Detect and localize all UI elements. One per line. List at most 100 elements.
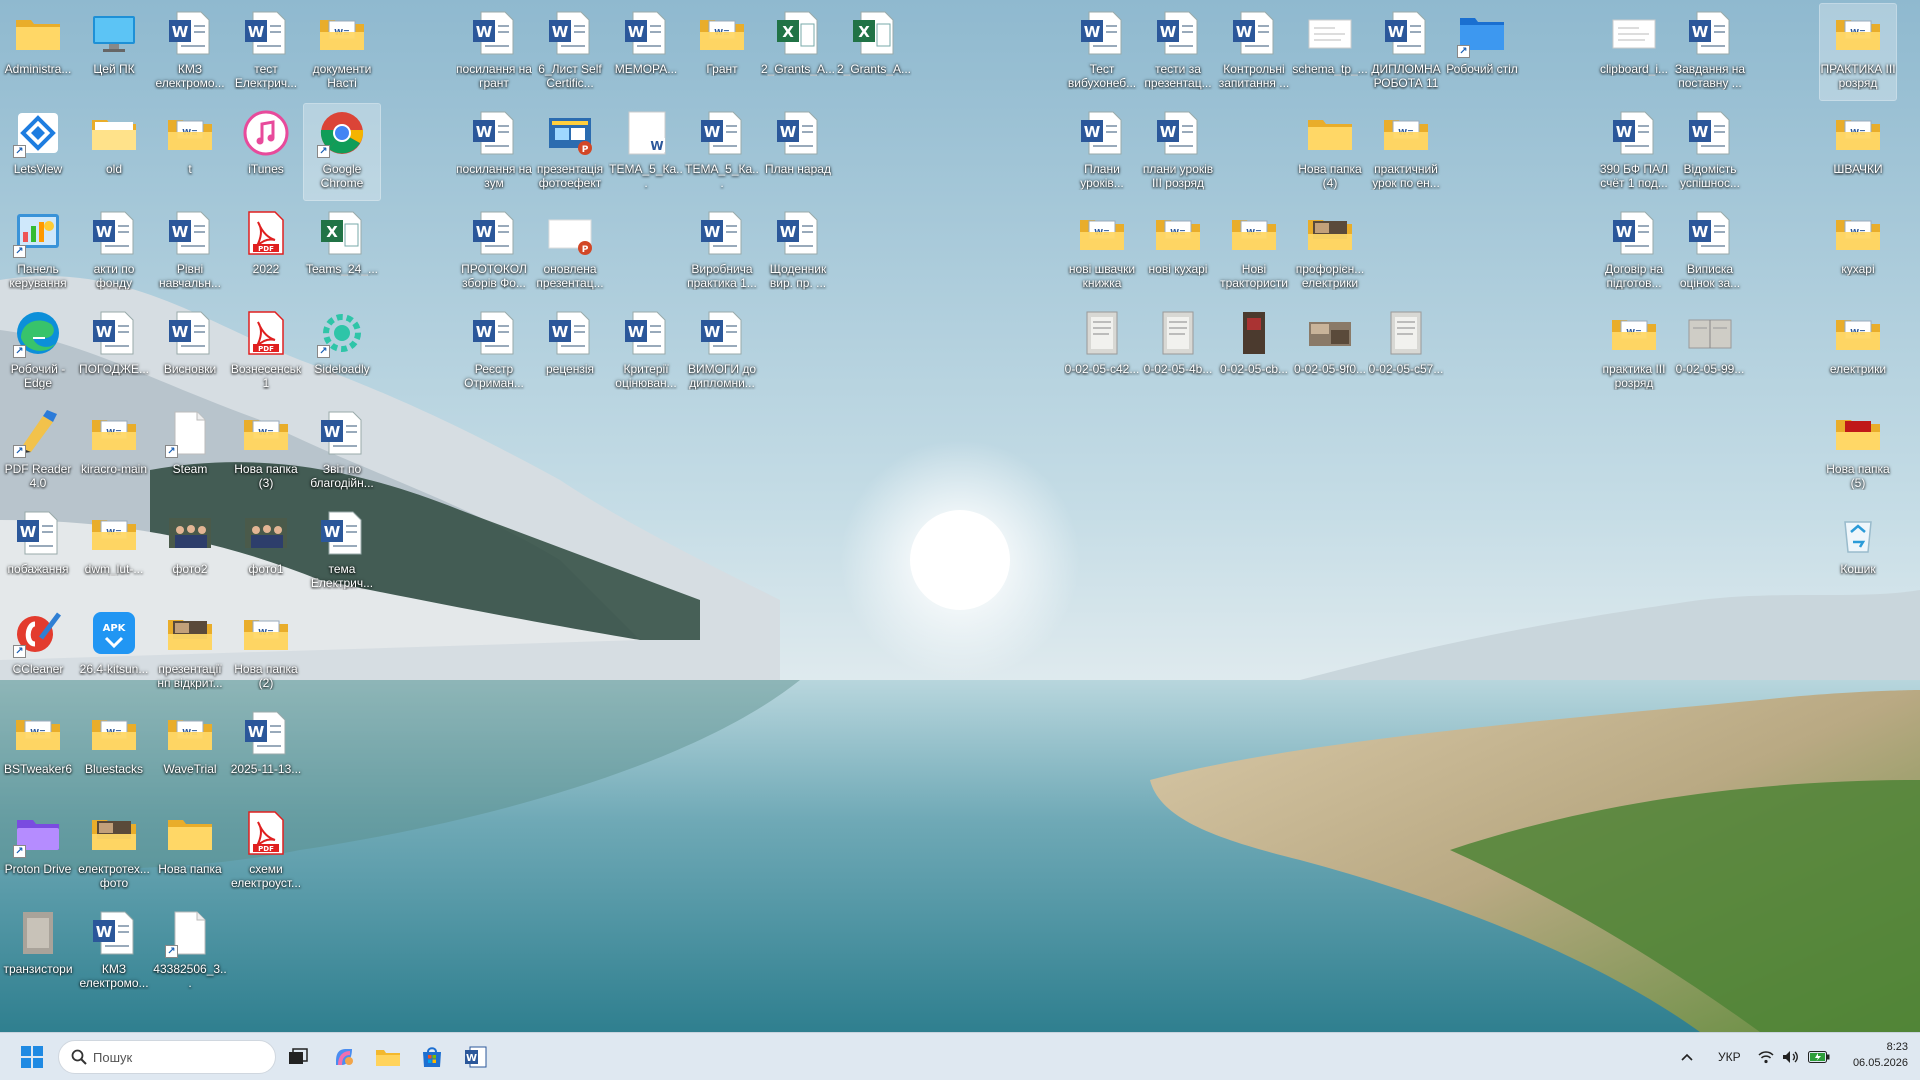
desktop-icon-word[interactable]: Wтести за презентац... [1140, 4, 1216, 100]
desktop-icon-photo-book[interactable]: 0-02-05-99... [1672, 304, 1748, 400]
desktop-icon-folder-doc[interactable]: W≡ ПРАКТИКА ІІІ розряд [1819, 3, 1897, 101]
desktop-icon-folder-yellow[interactable]: Нова папка (4) [1292, 104, 1368, 200]
desktop-icon-folder-doc[interactable]: W≡ електрики [1820, 304, 1896, 400]
desktop-icon-chrome[interactable]: ↗ Google Chrome [303, 103, 381, 201]
desktop-icon-word[interactable]: W Тест вибухонеб... [1064, 4, 1140, 100]
desktop-icon-photo-doc[interactable]: 0-02-05-c42... [1064, 304, 1140, 400]
desktop-icon-word[interactable]: W Критерії оцінюван... [608, 304, 684, 400]
desktop-icon-word[interactable]: Wтест Електрич... [228, 4, 304, 100]
desktop-icon-folder-doc[interactable]: W≡ t [152, 104, 228, 200]
desktop-icon-image-white[interactable]: clipboard_i... [1596, 4, 1672, 100]
desktop-icon-folder-photo[interactable]: презентації нп відкрит... [152, 604, 228, 700]
desktop-icon-folder-white[interactable]: old [76, 104, 152, 200]
desktop-icon-word[interactable]: Wпосилання на грант [456, 4, 532, 100]
desktop-icon-word[interactable]: W 2025-11-13... [228, 704, 304, 800]
battery-indicator[interactable] [1808, 1033, 1830, 1081]
desktop-icon-proton[interactable]: ↗ Proton Drive [0, 804, 76, 900]
task-view-button[interactable] [280, 1039, 316, 1075]
network-indicator[interactable] [1758, 1033, 1774, 1081]
desktop-icon-blank-file[interactable]: ↗ 43382506_3... [152, 904, 228, 1000]
taskbar-search-box[interactable]: Пошук [58, 1040, 276, 1074]
desktop-icon-word[interactable]: W Контрольні запитання ... [1216, 4, 1292, 100]
desktop-icon-folder-doc[interactable]: W≡ документи Насті [304, 4, 380, 100]
desktop-icon-word[interactable]: W ТЕМА_5_Ка... [684, 104, 760, 200]
desktop-icon-word[interactable]: W Висновки [152, 304, 228, 400]
desktop-icon-word[interactable]: W Щоденник вир. пр. ... [760, 204, 836, 300]
desktop-icon-word[interactable]: Wрецензія [532, 304, 608, 400]
desktop-icon-blank-file[interactable]: ↗ Steam [152, 404, 228, 500]
microsoft-store-button[interactable] [414, 1039, 450, 1075]
desktop-icon-word[interactable]: W Договір на підготов... [1596, 204, 1672, 300]
desktop-icon-word[interactable]: W Відомість успішнос... [1672, 104, 1748, 200]
desktop-icon-word-blank[interactable]: W ТЕМА_5_Ка... [608, 104, 684, 200]
desktop-icon-word[interactable]: W Завдання на поставну ... [1672, 4, 1748, 100]
language-indicator[interactable]: УКР [1718, 1033, 1741, 1081]
desktop-icon-folder-doc[interactable]: W≡ Нова папка (2) [228, 604, 304, 700]
desktop-icon-ccleaner[interactable]: ↗ CCleaner [0, 604, 76, 700]
desktop-icon-folder-doc[interactable]: W≡ нові швачки книжка [1064, 204, 1140, 300]
desktop-icon-pdf[interactable]: PDF Вознесенськ 1 [228, 304, 304, 400]
desktop-icon-letsview[interactable]: ↗ LetsView [0, 104, 76, 200]
desktop-icon-word[interactable]: W КМЗ електромо... [76, 904, 152, 1000]
desktop-icon-word[interactable]: W Звіт по благодійн... [304, 404, 380, 500]
desktop-icon-apk[interactable]: APK 26.4-kitsun... [76, 604, 152, 700]
desktop-icon-folder-doc[interactable]: W≡ нові кухарі [1140, 204, 1216, 300]
desktop-icon-folder-yellow[interactable]: Нова папка [152, 804, 228, 900]
desktop-icon-folder-photo[interactable]: електротех... фото [76, 804, 152, 900]
desktop-icon-excel[interactable]: X Teams_24_... [304, 204, 380, 300]
desktop-icon-photo-dark[interactable]: 0-02-05-cb... [1216, 304, 1292, 400]
desktop-icon-word[interactable]: W 6_Лист Self Certific... [532, 4, 608, 100]
desktop-icon-excel[interactable]: X 2_Grants_A... [836, 4, 912, 100]
desktop-icon-word[interactable]: W ПОГОДЖЕ... [76, 304, 152, 400]
desktop-icon-image-white[interactable]: schema_tp_... [1292, 4, 1368, 100]
desktop-icon-ppt[interactable]: Pпрезентація фотоефект [532, 104, 608, 200]
desktop-icon-word[interactable]: W ПРОТОКОЛ зборів Фо... [456, 204, 532, 300]
desktop-icon-folder-red[interactable]: Нова папка (5) [1820, 404, 1896, 500]
desktop-icon-recycle[interactable]: Кошик [1820, 504, 1896, 600]
desktop-icon-folder-doc[interactable]: W≡ WaveTrial [152, 704, 228, 800]
desktop-icon-edge[interactable]: ↗ Робочий - Edge [0, 304, 76, 400]
desktop-icon-photo-people[interactable]: фото1 [228, 504, 304, 600]
desktop-icon-folder-doc[interactable]: W≡ kiracro-main [76, 404, 152, 500]
desktop-icon-ppt-white[interactable]: Pоновлена презентац... [532, 204, 608, 300]
desktop-icon-word[interactable]: Wпобажання [0, 504, 76, 600]
desktop-icon-itunes[interactable]: iTunes [228, 104, 304, 200]
desktop-icon-word[interactable]: W МЕМОРА... [608, 4, 684, 100]
desktop-icon-word[interactable]: W Виписка оцінок за... [1672, 204, 1748, 300]
desktop-icon-photo-people[interactable]: фото2 [152, 504, 228, 600]
desktop-icon-photo-doc[interactable]: 0-02-05-c57... [1368, 304, 1444, 400]
clock[interactable]: 8:23 06.05.2026 [1850, 1033, 1920, 1081]
desktop-icon-folder-doc[interactable]: W≡ ШВАЧКИ [1820, 104, 1896, 200]
volume-indicator[interactable] [1782, 1033, 1800, 1081]
word-taskbar-button[interactable]: W [458, 1039, 494, 1075]
start-button[interactable] [14, 1039, 50, 1075]
file-explorer-button[interactable] [370, 1039, 406, 1075]
desktop-icon-word[interactable]: W КМЗ електромо... [152, 4, 228, 100]
desktop-icon-photo-wide[interactable]: 0-02-05-9f0... [1292, 304, 1368, 400]
desktop-icon-pc[interactable]: Цей ПК [76, 4, 152, 100]
desktop-icon-word[interactable]: W ДИПЛОМНА РОБОТА 11 [1368, 4, 1444, 100]
desktop-icon-word[interactable]: W Рівні навчальн... [152, 204, 228, 300]
desktop-icon-folder-doc[interactable]: W≡ BSTweaker6 [0, 704, 76, 800]
desktop-icon-folder-doc[interactable]: W≡ практичний урок по ен... [1368, 104, 1444, 200]
desktop-icon-folder-doc[interactable]: W≡ Грант [684, 4, 760, 100]
desktop-icon-folder-photo[interactable]: профорієн... електрики [1292, 204, 1368, 300]
desktop-icon-word[interactable]: Wплани уроків ІІІ розряд [1140, 104, 1216, 200]
copilot-button[interactable] [326, 1039, 362, 1075]
desktop-icon-word[interactable]: W ВИМОГИ до дипломни... [684, 304, 760, 400]
desktop-icon-sideloadly[interactable]: ↗ Sideloadly [304, 304, 380, 400]
desktop-icon-folder-yellow[interactable]: Administra... [0, 4, 76, 100]
desktop-icon-word[interactable]: W Виробнича практика 1... [684, 204, 760, 300]
desktop-icon-control-panel[interactable]: ↗ Панель керування [0, 204, 76, 300]
desktop-icon-desktop-folder[interactable]: ↗ Робочий стіл [1444, 4, 1520, 100]
desktop-icon-word[interactable]: Wтема Електрич... [304, 504, 380, 600]
desktop-icon-folder-doc[interactable]: W≡ Нові трактористи [1216, 204, 1292, 300]
desktop-icon-word[interactable]: Wакти по фонду [76, 204, 152, 300]
desktop-icon-folder-doc[interactable]: W≡ dwm_lut-... [76, 504, 152, 600]
desktop-icon-word[interactable]: W Реєстр Отриман... [456, 304, 532, 400]
desktop-icon-folder-doc[interactable]: W≡ Bluestacks [76, 704, 152, 800]
desktop-icon-word[interactable]: W 390 БФ ПАЛ счёт 1 под... [1596, 104, 1672, 200]
desktop-icon-photo-gray[interactable]: транзистори [0, 904, 76, 1000]
desktop-icon-folder-doc[interactable]: W≡ кухарі [1820, 204, 1896, 300]
desktop-icon-pdf[interactable]: PDF схеми електроуст... [228, 804, 304, 900]
